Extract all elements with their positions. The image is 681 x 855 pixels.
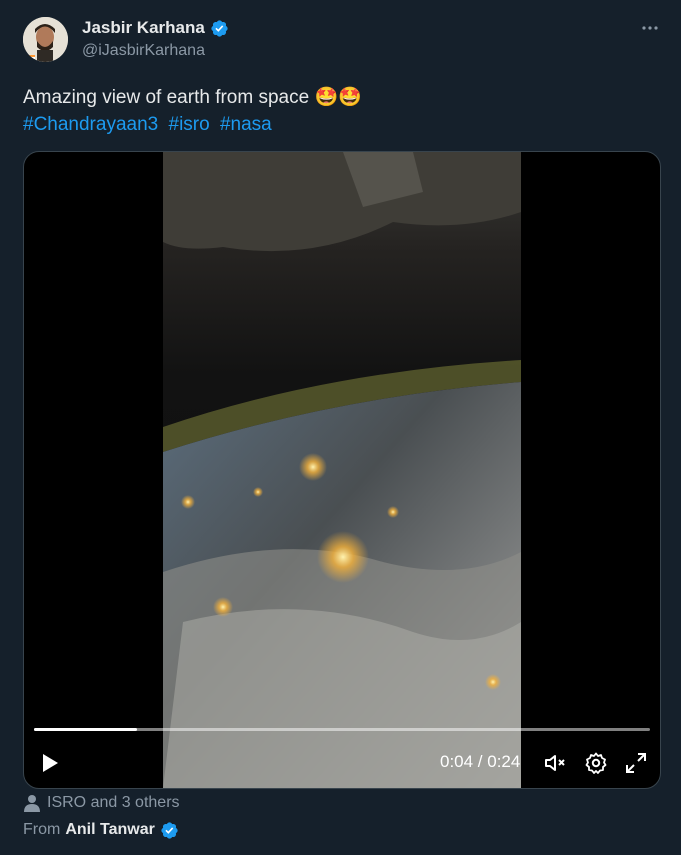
more-dots-icon[interactable] <box>640 18 660 38</box>
hashtag-link[interactable]: #nasa <box>220 114 272 135</box>
video-player[interactable]: 0:04 / 0:24 <box>23 151 661 789</box>
tweet: Jasbir Karhana @iJasbirKarhana Amazing v… <box>0 0 681 855</box>
video-progress-fill <box>34 728 137 731</box>
gear-icon[interactable] <box>584 751 608 780</box>
verified-badge-icon <box>211 19 228 37</box>
muted-speaker-icon[interactable] <box>543 751 567 780</box>
hashtag-link[interactable]: #isro <box>169 114 210 135</box>
verified-badge-icon <box>161 821 178 839</box>
author-handle[interactable]: @iJasbirKarhana <box>82 41 205 61</box>
video-progress-bar[interactable] <box>34 728 650 731</box>
hashtags: #Chandrayaan3 #isro #nasa <box>23 111 277 138</box>
person-icon <box>24 795 40 812</box>
play-icon[interactable] <box>40 752 60 779</box>
source-prefix: From <box>23 821 61 838</box>
fullscreen-icon[interactable] <box>624 751 648 780</box>
tagged-people[interactable]: ISRO and 3 others <box>23 792 180 814</box>
avatar[interactable] <box>23 17 68 62</box>
tweet-text: Amazing view of earth from space 🤩🤩 <box>23 87 362 108</box>
hashtag-link[interactable]: #Chandrayaan3 <box>23 114 158 135</box>
author-name-text[interactable]: Jasbir Karhana <box>82 17 205 39</box>
video-frame[interactable] <box>163 152 521 788</box>
video-source: From Anil Tanwar <box>23 819 179 841</box>
video-time: 0:04 / 0:24 <box>440 752 521 771</box>
source-name[interactable]: Anil Tanwar <box>65 819 155 841</box>
author-name[interactable]: Jasbir Karhana <box>82 17 229 39</box>
tagged-text[interactable]: ISRO and 3 others <box>47 792 180 814</box>
